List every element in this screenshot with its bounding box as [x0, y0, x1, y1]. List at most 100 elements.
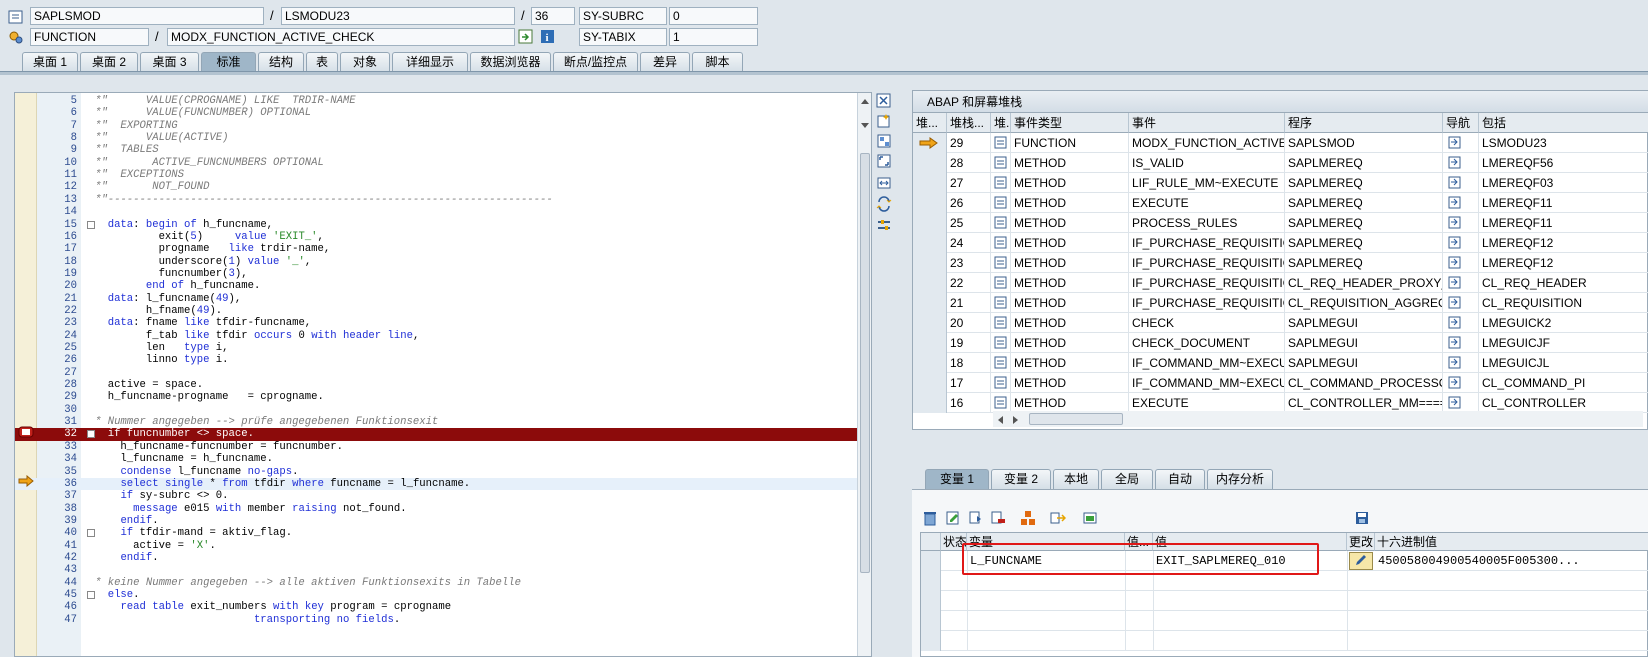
tab-4[interactable]: 标准: [201, 52, 256, 72]
navigate-icon[interactable]: [1443, 293, 1479, 313]
code-line[interactable]: 6 *" VALUE(FUNCNUMBER) OPTIONAL: [15, 107, 857, 119]
code-line[interactable]: 41 active = 'X'.: [15, 540, 857, 552]
fold-toggle-icon[interactable]: [87, 529, 95, 538]
row-selector[interactable]: [913, 253, 947, 273]
structure-icon[interactable]: [1020, 510, 1036, 526]
stack-row[interactable]: 16 METHOD EXECUTE CL_CONTROLLER_MM====... CL…: [913, 393, 1648, 413]
row-selector[interactable]: [913, 193, 947, 213]
stack-row[interactable]: 28 METHOD IS_VALID SAPLMEREQ LMEREQF56: [913, 153, 1648, 173]
stack-row[interactable]: 19 METHOD CHECK_DOCUMENT SAPLMEGUI LMEGUICJF: [913, 333, 1648, 353]
code-area[interactable]: 5 *" VALUE(CPROGNAME) LIKE TRDIR-NAME 6 *" …: [15, 93, 857, 656]
clear-icon[interactable]: [990, 510, 1006, 526]
scroll-thumb[interactable]: [860, 153, 870, 573]
program-field[interactable]: SAPLSMOD: [30, 7, 264, 25]
code-line[interactable]: 8 *" VALUE(ACTIVE): [15, 132, 857, 144]
subrc-value[interactable]: 0: [669, 7, 758, 25]
layout-icon[interactable]: [876, 133, 892, 149]
code-line[interactable]: 36 select single * from tfdir where func…: [15, 477, 857, 491]
code-line[interactable]: 38 message e015 with member raising not_…: [15, 503, 857, 515]
tab-9[interactable]: 数据浏览器: [470, 52, 551, 72]
row-selector[interactable]: [913, 373, 947, 393]
editor-vertical-scrollbar[interactable]: [857, 93, 871, 656]
change-value-icon[interactable]: [1349, 552, 1373, 570]
row-selector[interactable]: [913, 173, 947, 193]
navigate-icon[interactable]: [1443, 333, 1479, 353]
code-line[interactable]: 40 if tfdir-mand = aktiv_flag.: [15, 527, 857, 539]
full-screen-icon[interactable]: [876, 153, 892, 169]
code-line[interactable]: 18 underscore(1) value '_',: [15, 256, 857, 268]
var-col-header[interactable]: 更改: [1347, 533, 1375, 551]
tab-2[interactable]: 桌面 2: [80, 52, 138, 72]
var-row[interactable]: [921, 631, 1648, 651]
row-selector[interactable]: [921, 591, 941, 611]
stack-col-header[interactable]: 程序: [1285, 113, 1443, 133]
stack-row[interactable]: 21METHODIF_PURCHASE_REQUISITION...CL_REQ…: [913, 293, 1648, 313]
stack-row[interactable]: 25 METHOD PROCESS_RULES SAPLMEREQ LMEREQF11: [913, 213, 1648, 233]
navigate-icon[interactable]: [1443, 173, 1479, 193]
stack-row[interactable]: 23 METHODIF_PURCHASE_REQUISITION...SAPLME…: [913, 253, 1648, 273]
code-line[interactable]: 20 end of h_funcname.: [15, 280, 857, 292]
settings-icon[interactable]: [876, 217, 892, 233]
stack-col-header[interactable]: 堆...: [913, 113, 947, 133]
scroll-left-icon[interactable]: [995, 414, 1005, 424]
stack-col-header[interactable]: 包括: [1479, 113, 1648, 133]
stack-col-header[interactable]: 导航: [1443, 113, 1479, 133]
stack-row[interactable]: 22METHODIF_PURCHASE_REQUISITION...CL_REQ…: [913, 273, 1648, 293]
filter-icon[interactable]: [1082, 510, 1098, 526]
code-line[interactable]: 43: [15, 564, 857, 576]
var-col-header[interactable]: 十六进制值: [1375, 533, 1648, 551]
navigate-icon[interactable]: [1443, 353, 1479, 373]
navigate-icon[interactable]: [1443, 313, 1479, 333]
stack-row[interactable]: 20 METHOD CHECK SAPLMEGUI LMEGUICK2: [913, 313, 1648, 333]
fold-toggle-icon[interactable]: [87, 430, 95, 439]
tab-8[interactable]: 详细显示: [392, 52, 468, 72]
code-line[interactable]: 25 len type i,: [15, 342, 857, 354]
navigate-icon[interactable]: [1443, 373, 1479, 393]
navigate-icon[interactable]: [1443, 393, 1479, 413]
scroll-down-icon[interactable]: [860, 119, 870, 129]
tab-11[interactable]: 差异: [640, 52, 690, 72]
save-icon[interactable]: [1354, 510, 1370, 526]
code-line[interactable]: 13 *"------------------------------------…: [15, 194, 857, 206]
row-selector[interactable]: [913, 333, 947, 353]
copy-icon[interactable]: [968, 510, 984, 526]
code-line[interactable]: 46 read table exit_numbers with key prog…: [15, 601, 857, 613]
stack-row[interactable]: 24 METHODIF_PURCHASE_REQUISITION...SAPLME…: [913, 233, 1648, 253]
navigate-icon[interactable]: [1443, 253, 1479, 273]
code-line[interactable]: 16 exit(5) value 'EXIT_',: [15, 231, 857, 243]
code-line[interactable]: 27: [15, 367, 857, 379]
split-view-icon[interactable]: [876, 175, 892, 191]
row-selector[interactable]: [913, 313, 947, 333]
code-line[interactable]: 30: [15, 404, 857, 416]
code-line[interactable]: 32 if funcnumber <> space.: [15, 428, 857, 441]
code-line[interactable]: 37 if sy-subrc <> 0.: [15, 490, 857, 502]
row-selector[interactable]: [913, 273, 947, 293]
navigate-icon[interactable]: [1443, 133, 1479, 153]
line-field[interactable]: 36: [531, 7, 575, 25]
navigate-icon[interactable]: [1443, 153, 1479, 173]
code-line[interactable]: 7 *" EXPORTING: [15, 120, 857, 132]
var-tab-5[interactable]: 自动: [1155, 469, 1205, 489]
scroll-up-icon[interactable]: [860, 95, 870, 105]
code-line[interactable]: 22 h_fname(49).: [15, 305, 857, 317]
code-line[interactable]: 39 endif.: [15, 515, 857, 527]
new-session-icon[interactable]: [876, 113, 892, 129]
edit-icon[interactable]: [945, 510, 961, 526]
row-selector[interactable]: [921, 611, 941, 631]
scroll-thumb[interactable]: [1029, 413, 1123, 425]
code-line[interactable]: 21 data: l_funcname(49),: [15, 293, 857, 305]
stack-row[interactable]: 29 FUNCTIONMODX_FUNCTION_ACTIVE_...SAPLSM…: [913, 133, 1648, 153]
code-line[interactable]: 17 progname like trdir-name,: [15, 243, 857, 255]
row-selector[interactable]: [921, 631, 941, 651]
row-selector[interactable]: [921, 551, 941, 571]
stack-col-header[interactable]: 事件类型: [1011, 113, 1129, 133]
code-line[interactable]: 29 h_funcname-progname = cprogname.: [15, 391, 857, 403]
code-line[interactable]: 11 *" EXCEPTIONS: [15, 169, 857, 181]
row-selector[interactable]: [913, 233, 947, 253]
stack-col-header[interactable]: 堆...: [991, 113, 1011, 133]
navigate-icon[interactable]: [1443, 273, 1479, 293]
breakpoint-icon[interactable]: [18, 425, 34, 439]
code-line[interactable]: 14: [15, 206, 857, 218]
row-selector[interactable]: [913, 293, 947, 313]
tab-12[interactable]: 脚本: [692, 52, 743, 72]
